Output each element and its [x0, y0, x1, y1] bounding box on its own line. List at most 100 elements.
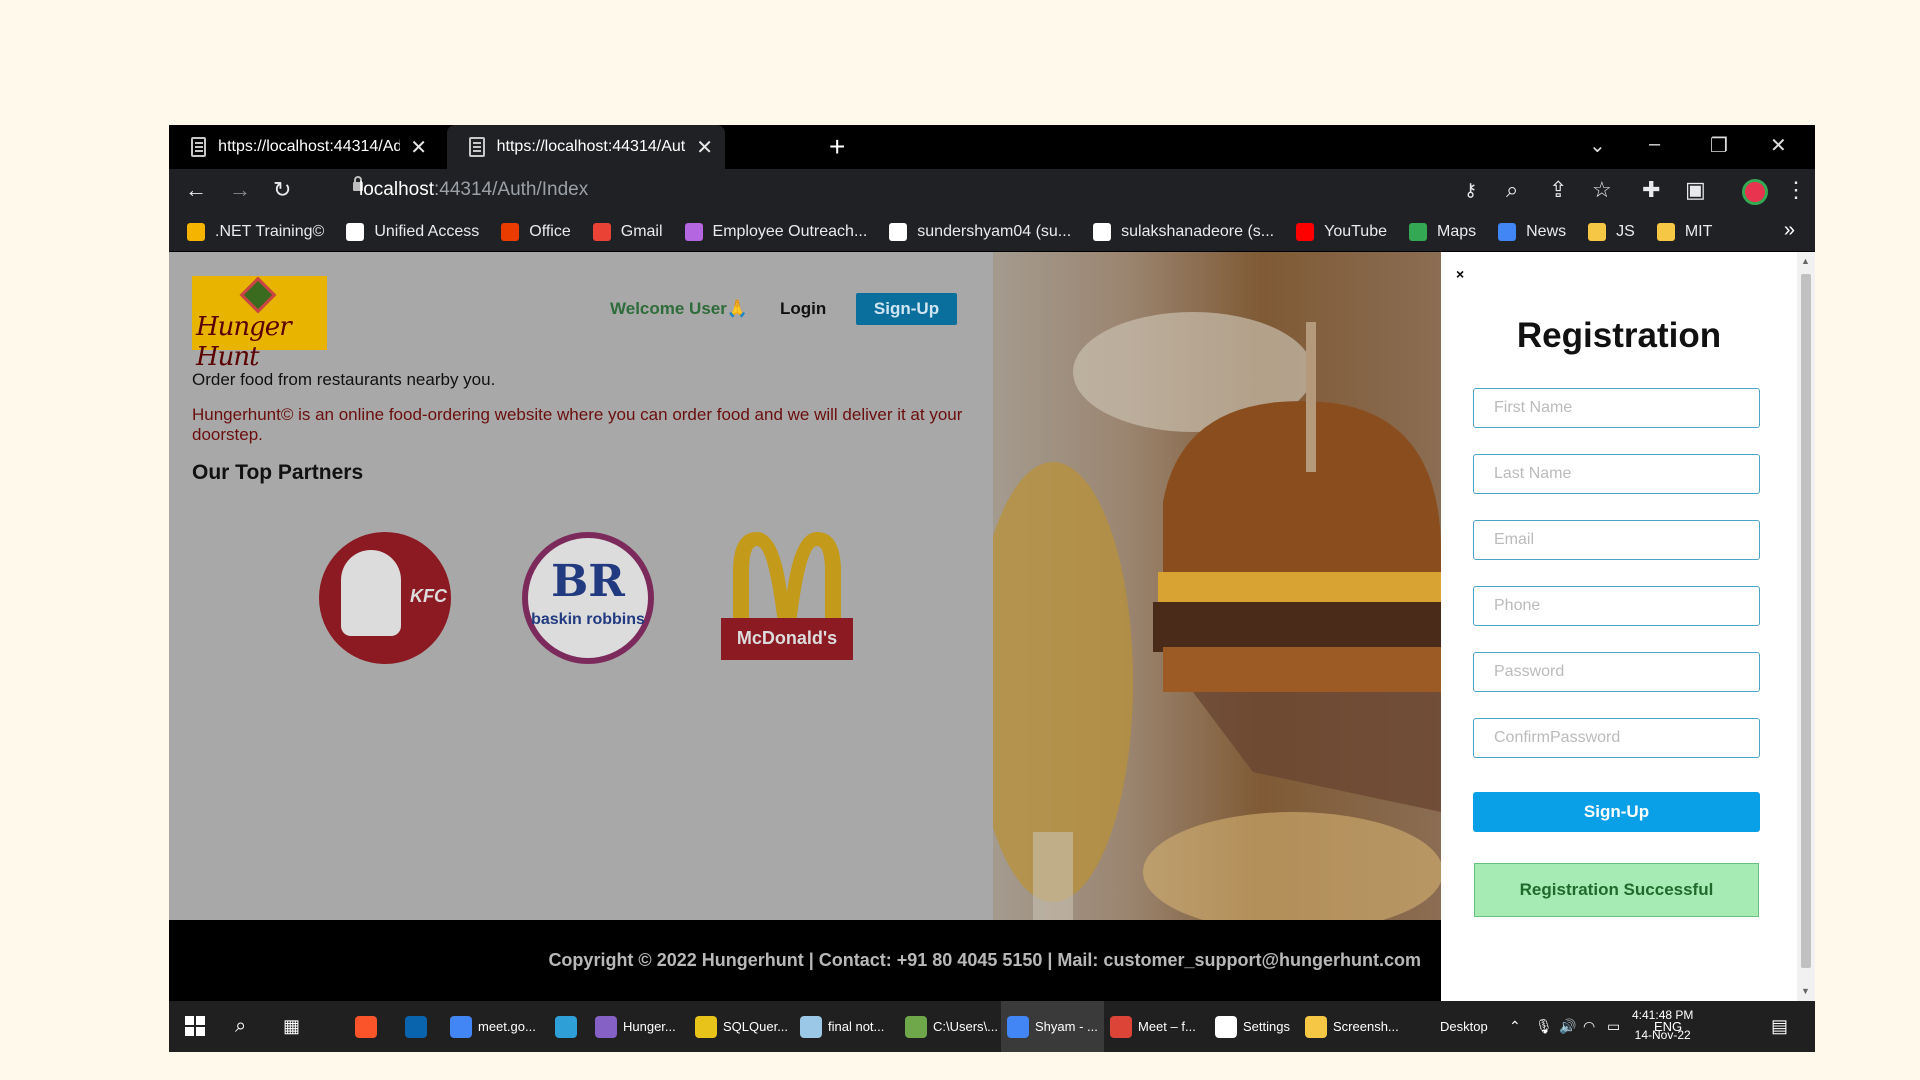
password-field[interactable] — [1473, 652, 1760, 692]
br-sublabel: baskin robbins — [531, 611, 645, 628]
volume-icon[interactable]: 🔊 — [1559, 1001, 1576, 1052]
copyright-text: Copyright © 2022 Hungerhunt | Contact: +… — [548, 950, 1421, 970]
login-link[interactable]: Login — [780, 299, 826, 319]
terminal-icon — [905, 1015, 927, 1038]
scroll-up-icon[interactable]: ▲ — [1801, 256, 1810, 266]
bookmark-office[interactable]: Office — [501, 223, 571, 241]
taskbar-app-terminal[interactable]: C:\Users\... — [899, 1001, 1004, 1052]
baskin-robbins-logo[interactable]: BR baskin robbins — [522, 532, 654, 664]
page-icon — [469, 137, 485, 157]
windows-start-icon[interactable] — [185, 1016, 205, 1036]
taskbar-app-brave[interactable] — [349, 1001, 389, 1052]
extensions-icon[interactable]: ✚ — [1642, 177, 1660, 203]
bookmark-star-icon[interactable]: ☆ — [1592, 177, 1612, 203]
close-panel-icon[interactable]: × — [1456, 266, 1464, 282]
logo-text: Hunger Hunt — [196, 312, 292, 372]
scroll-down-icon[interactable]: ▼ — [1801, 986, 1810, 996]
new-tab-icon[interactable]: + — [829, 131, 845, 163]
taskbar-app-label: final not... — [828, 1019, 885, 1034]
bookmark-label: JS — [1616, 223, 1635, 240]
page-viewport: Hunger Hunt Welcome User🙏 Login Sign-Up … — [169, 252, 1815, 1001]
taskbar-app-label: Hunger... — [623, 1019, 676, 1034]
tab-admin-auth[interactable]: https://localhost:44314/AdminAuth ✕ — [169, 125, 439, 169]
taskbar-app-outlook[interactable] — [399, 1001, 439, 1052]
forward-icon[interactable]: → — [229, 177, 251, 203]
menu-icon[interactable]: ⋮ — [1785, 177, 1807, 203]
desktop-label[interactable]: Desktop — [1440, 1001, 1488, 1052]
battery-icon[interactable]: ▭ — [1607, 1001, 1620, 1052]
welcome-text: Welcome User🙏 — [610, 299, 749, 318]
bookmark-label: MIT — [1684, 223, 1713, 240]
taskbar-app-chrome[interactable]: meet.go... — [444, 1001, 542, 1052]
back-icon[interactable]: ← — [185, 177, 207, 203]
globe-icon — [346, 223, 365, 241]
more-bookmarks-icon[interactable]: » — [1784, 219, 1795, 242]
bookmark-label: Office — [529, 223, 571, 240]
url-text[interactable]: localhost:44314/Auth/Index — [359, 179, 588, 201]
scroll-thumb[interactable] — [1801, 274, 1811, 968]
tab-search-icon[interactable]: ⌄ — [1589, 133, 1606, 158]
last-name-field[interactable] — [1473, 454, 1760, 494]
email-field[interactable] — [1473, 520, 1760, 560]
bookmark-sulakshanadeore-s[interactable]: sulakshanadeore (s... — [1093, 223, 1274, 241]
restore-icon[interactable]: ❐ — [1710, 133, 1728, 158]
confirm-password-field[interactable] — [1473, 718, 1760, 758]
nav-signup-button[interactable]: Sign-Up — [856, 293, 957, 325]
bookmark-mit[interactable]: MIT — [1656, 223, 1713, 241]
minimize-icon[interactable]: – — [1649, 133, 1660, 156]
taskbar-app-visual-studio[interactable]: Hunger... — [589, 1001, 682, 1052]
share-icon[interactable]: ⇪ — [1549, 177, 1567, 203]
tab-title: https://localhost:44314/AdminAuth — [218, 138, 401, 155]
taskbar-app-chrome[interactable]: Shyam - ... — [1001, 1001, 1104, 1052]
kfc-logo[interactable]: KFC — [319, 532, 451, 664]
bookmark-js[interactable]: JS — [1588, 223, 1635, 241]
signup-submit-button[interactable]: Sign-Up — [1473, 792, 1760, 832]
taskbar-app-folder[interactable]: Screensh... — [1299, 1001, 1405, 1052]
taskbar-app-notepad[interactable]: final not... — [794, 1001, 890, 1052]
chart-icon — [187, 223, 205, 241]
tab-auth-index[interactable]: https://localhost:44314/Auth/Index ✕ — [447, 125, 725, 169]
profile-avatar[interactable] — [1742, 179, 1768, 205]
notifications-icon[interactable]: ▤ — [1771, 1001, 1788, 1052]
burger-hero-image — [993, 252, 1441, 920]
taskbar-app-sql[interactable]: SQLQuer... — [689, 1001, 794, 1052]
bookmark-net-training[interactable]: .NET Training© — [187, 223, 324, 241]
bookmark-unified-access[interactable]: Unified Access — [346, 223, 479, 241]
mcdonalds-logo[interactable]: McDonald's — [721, 532, 853, 664]
bookmark-news[interactable]: News — [1498, 223, 1566, 241]
page-scrollbar[interactable]: ▲ ▼ — [1797, 252, 1815, 1001]
gear-icon — [1215, 1015, 1237, 1038]
microphone-icon[interactable]: 🎙 — [1535, 1001, 1553, 1052]
side-panel-icon[interactable]: ▣ — [1685, 177, 1706, 203]
taskbar-app-edge[interactable] — [549, 1001, 589, 1052]
url-host: localhost — [359, 179, 434, 200]
search-icon[interactable]: ⌕ — [235, 1001, 246, 1052]
hungerhunt-logo[interactable]: Hunger Hunt — [192, 276, 327, 372]
close-window-icon[interactable]: ✕ — [1770, 133, 1787, 158]
taskbar-app-label: Meet – f... — [1138, 1019, 1196, 1034]
bookmark-employee-outreach[interactable]: Employee Outreach... — [684, 223, 867, 241]
wifi-icon[interactable]: ◠ — [1583, 1001, 1595, 1052]
bookmark-youtube[interactable]: YouTube — [1296, 223, 1387, 241]
phone-field[interactable] — [1473, 586, 1760, 626]
bookmark-label: Gmail — [620, 223, 663, 240]
bookmark-maps[interactable]: Maps — [1409, 223, 1476, 241]
key-icon[interactable]: ⚷ — [1464, 177, 1477, 203]
taskbar-app-gear[interactable]: Settings — [1209, 1001, 1296, 1052]
system-clock[interactable]: 4:41:48 PM 14-Nov-22 — [1632, 1005, 1693, 1045]
task-view-icon[interactable]: ▦ — [283, 1001, 300, 1052]
taskbar-app-chrome[interactable]: Meet – f... — [1104, 1001, 1202, 1052]
first-name-field[interactable] — [1473, 388, 1760, 428]
bookmark-gmail[interactable]: Gmail — [592, 223, 663, 241]
close-tab-icon[interactable]: ✕ — [410, 135, 427, 160]
close-tab-icon[interactable]: ✕ — [696, 135, 713, 160]
zoom-icon[interactable]: ⌕ — [1506, 177, 1518, 203]
folder-icon — [1656, 223, 1675, 241]
reload-icon[interactable]: ↻ — [273, 177, 291, 203]
office-icon — [501, 223, 520, 241]
tray-chevron-icon[interactable]: ⌃ — [1509, 1001, 1521, 1052]
youtube-icon — [1296, 223, 1315, 241]
bookmark-sundershyam04-su[interactable]: sundershyam04 (su... — [889, 223, 1071, 241]
sql-icon — [695, 1015, 717, 1038]
bookmark-label: Maps — [1437, 223, 1477, 240]
